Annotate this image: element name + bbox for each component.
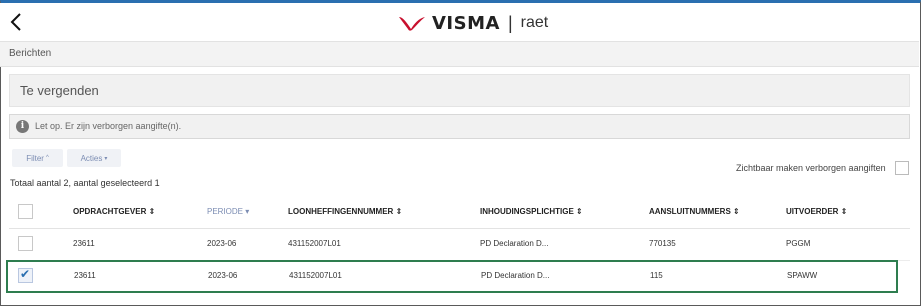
chevron-left-icon: [10, 13, 21, 31]
info-icon: i: [16, 120, 29, 133]
visma-raet-logo: VISMA | raet: [398, 12, 548, 34]
column-header-opdrachtgever[interactable]: OPDRACHTGEVER ⇕: [73, 207, 155, 216]
cell-loonheffingennummer: 431152007L01: [289, 271, 342, 280]
filter-button-label: Filter: [26, 153, 44, 163]
app-header: VISMA | raet: [0, 3, 919, 41]
cell-opdrachtgever: 23611: [73, 239, 95, 248]
sort-icon: ⇕: [148, 207, 156, 216]
show-hidden-label: Zichtbaar maken verborgen aangiften: [736, 163, 886, 173]
acties-button[interactable]: Acties ▾: [67, 149, 121, 167]
column-header-periode[interactable]: PERIODE ▾: [207, 207, 249, 216]
cell-inhoudingsplichtige: PD Declaration D...: [481, 271, 550, 280]
sort-icon: ⇕: [733, 207, 740, 216]
logo-product-text: raet: [520, 14, 549, 31]
cell-uitvoerder: PGGM: [786, 239, 811, 248]
page-title-box: Te vergenden: [9, 74, 910, 107]
column-label: AANSLUITNUMMERS: [649, 207, 731, 216]
visma-swoosh-icon: [399, 17, 425, 31]
sort-icon: ⇕: [395, 207, 403, 216]
cell-periode: 2023-06: [208, 271, 238, 280]
cell-aansluitnummers: 115: [650, 271, 663, 280]
notice-text: Let op. Er zijn verborgen aangifte(n).: [35, 121, 182, 131]
table-row-selected[interactable]: ✔ 23611 2023-06 431152007L01 PD Declarat…: [6, 260, 898, 293]
column-header-uitvoerder[interactable]: UITVOERDER ⇕: [786, 207, 847, 216]
total-count-text: Totaal aantal 2, aantal geselecteerd 1: [10, 178, 160, 188]
breadcrumb[interactable]: Berichten: [9, 48, 51, 59]
cell-inhoudingsplichtige: PD Declaration D...: [480, 239, 549, 248]
caret-up-icon: ^: [45, 155, 49, 161]
declarations-table: OPDRACHTGEVER ⇕ PERIODE ▾ LOONHEFFINGENN…: [6, 196, 910, 296]
column-label: LOONHEFFINGENNUMMER: [288, 207, 394, 216]
column-label: PERIODE: [207, 207, 244, 216]
table-header-row: OPDRACHTGEVER ⇕ PERIODE ▾ LOONHEFFINGENN…: [9, 196, 910, 229]
select-all-checkbox[interactable]: [18, 204, 33, 219]
column-header-loonheffingennummer[interactable]: LOONHEFFINGENNUMMER ⇕: [288, 207, 402, 216]
cell-periode: 2023-06: [207, 239, 237, 248]
cell-opdrachtgever: 23611: [74, 271, 96, 280]
show-hidden-checkbox[interactable]: [895, 161, 909, 175]
sort-desc-icon: ▾: [245, 207, 250, 216]
page-title: Te vergenden: [20, 83, 99, 98]
column-header-aansluitnummers[interactable]: AANSLUITNUMMERS ⇕: [649, 207, 740, 216]
sort-icon: ⇕: [840, 207, 848, 216]
cell-loonheffingennummer: 431152007L01: [288, 239, 341, 248]
hidden-declarations-notice: i Let op. Er zijn verborgen aangifte(n).: [9, 114, 910, 139]
sort-icon: ⇕: [576, 207, 583, 216]
row-checkbox[interactable]: ✔: [18, 267, 33, 283]
column-label: UITVOERDER: [786, 207, 839, 216]
cell-aansluitnummers: 770135: [649, 239, 676, 248]
cell-uitvoerder: SPAWW: [787, 271, 818, 280]
table-row[interactable]: 23611 2023-06 431152007L01 PD Declaratio…: [9, 228, 910, 261]
logo-separator: |: [507, 12, 513, 33]
column-header-inhoudingsplichtige[interactable]: INHOUDINGSPLICHTIGE ⇕: [480, 207, 583, 216]
column-label: INHOUDINGSPLICHTIGE: [480, 207, 574, 216]
caret-down-icon: ▾: [104, 155, 108, 162]
back-button[interactable]: [8, 11, 26, 33]
column-label: OPDRACHTGEVER: [73, 207, 147, 216]
logo-brand-text: VISMA: [432, 12, 500, 34]
filter-button[interactable]: Filter ^: [12, 149, 63, 167]
row-checkbox[interactable]: [18, 236, 33, 251]
acties-button-label: Acties: [80, 153, 103, 163]
checkmark-icon: ✔: [20, 267, 31, 281]
breadcrumb-bar: Berichten: [0, 41, 919, 67]
